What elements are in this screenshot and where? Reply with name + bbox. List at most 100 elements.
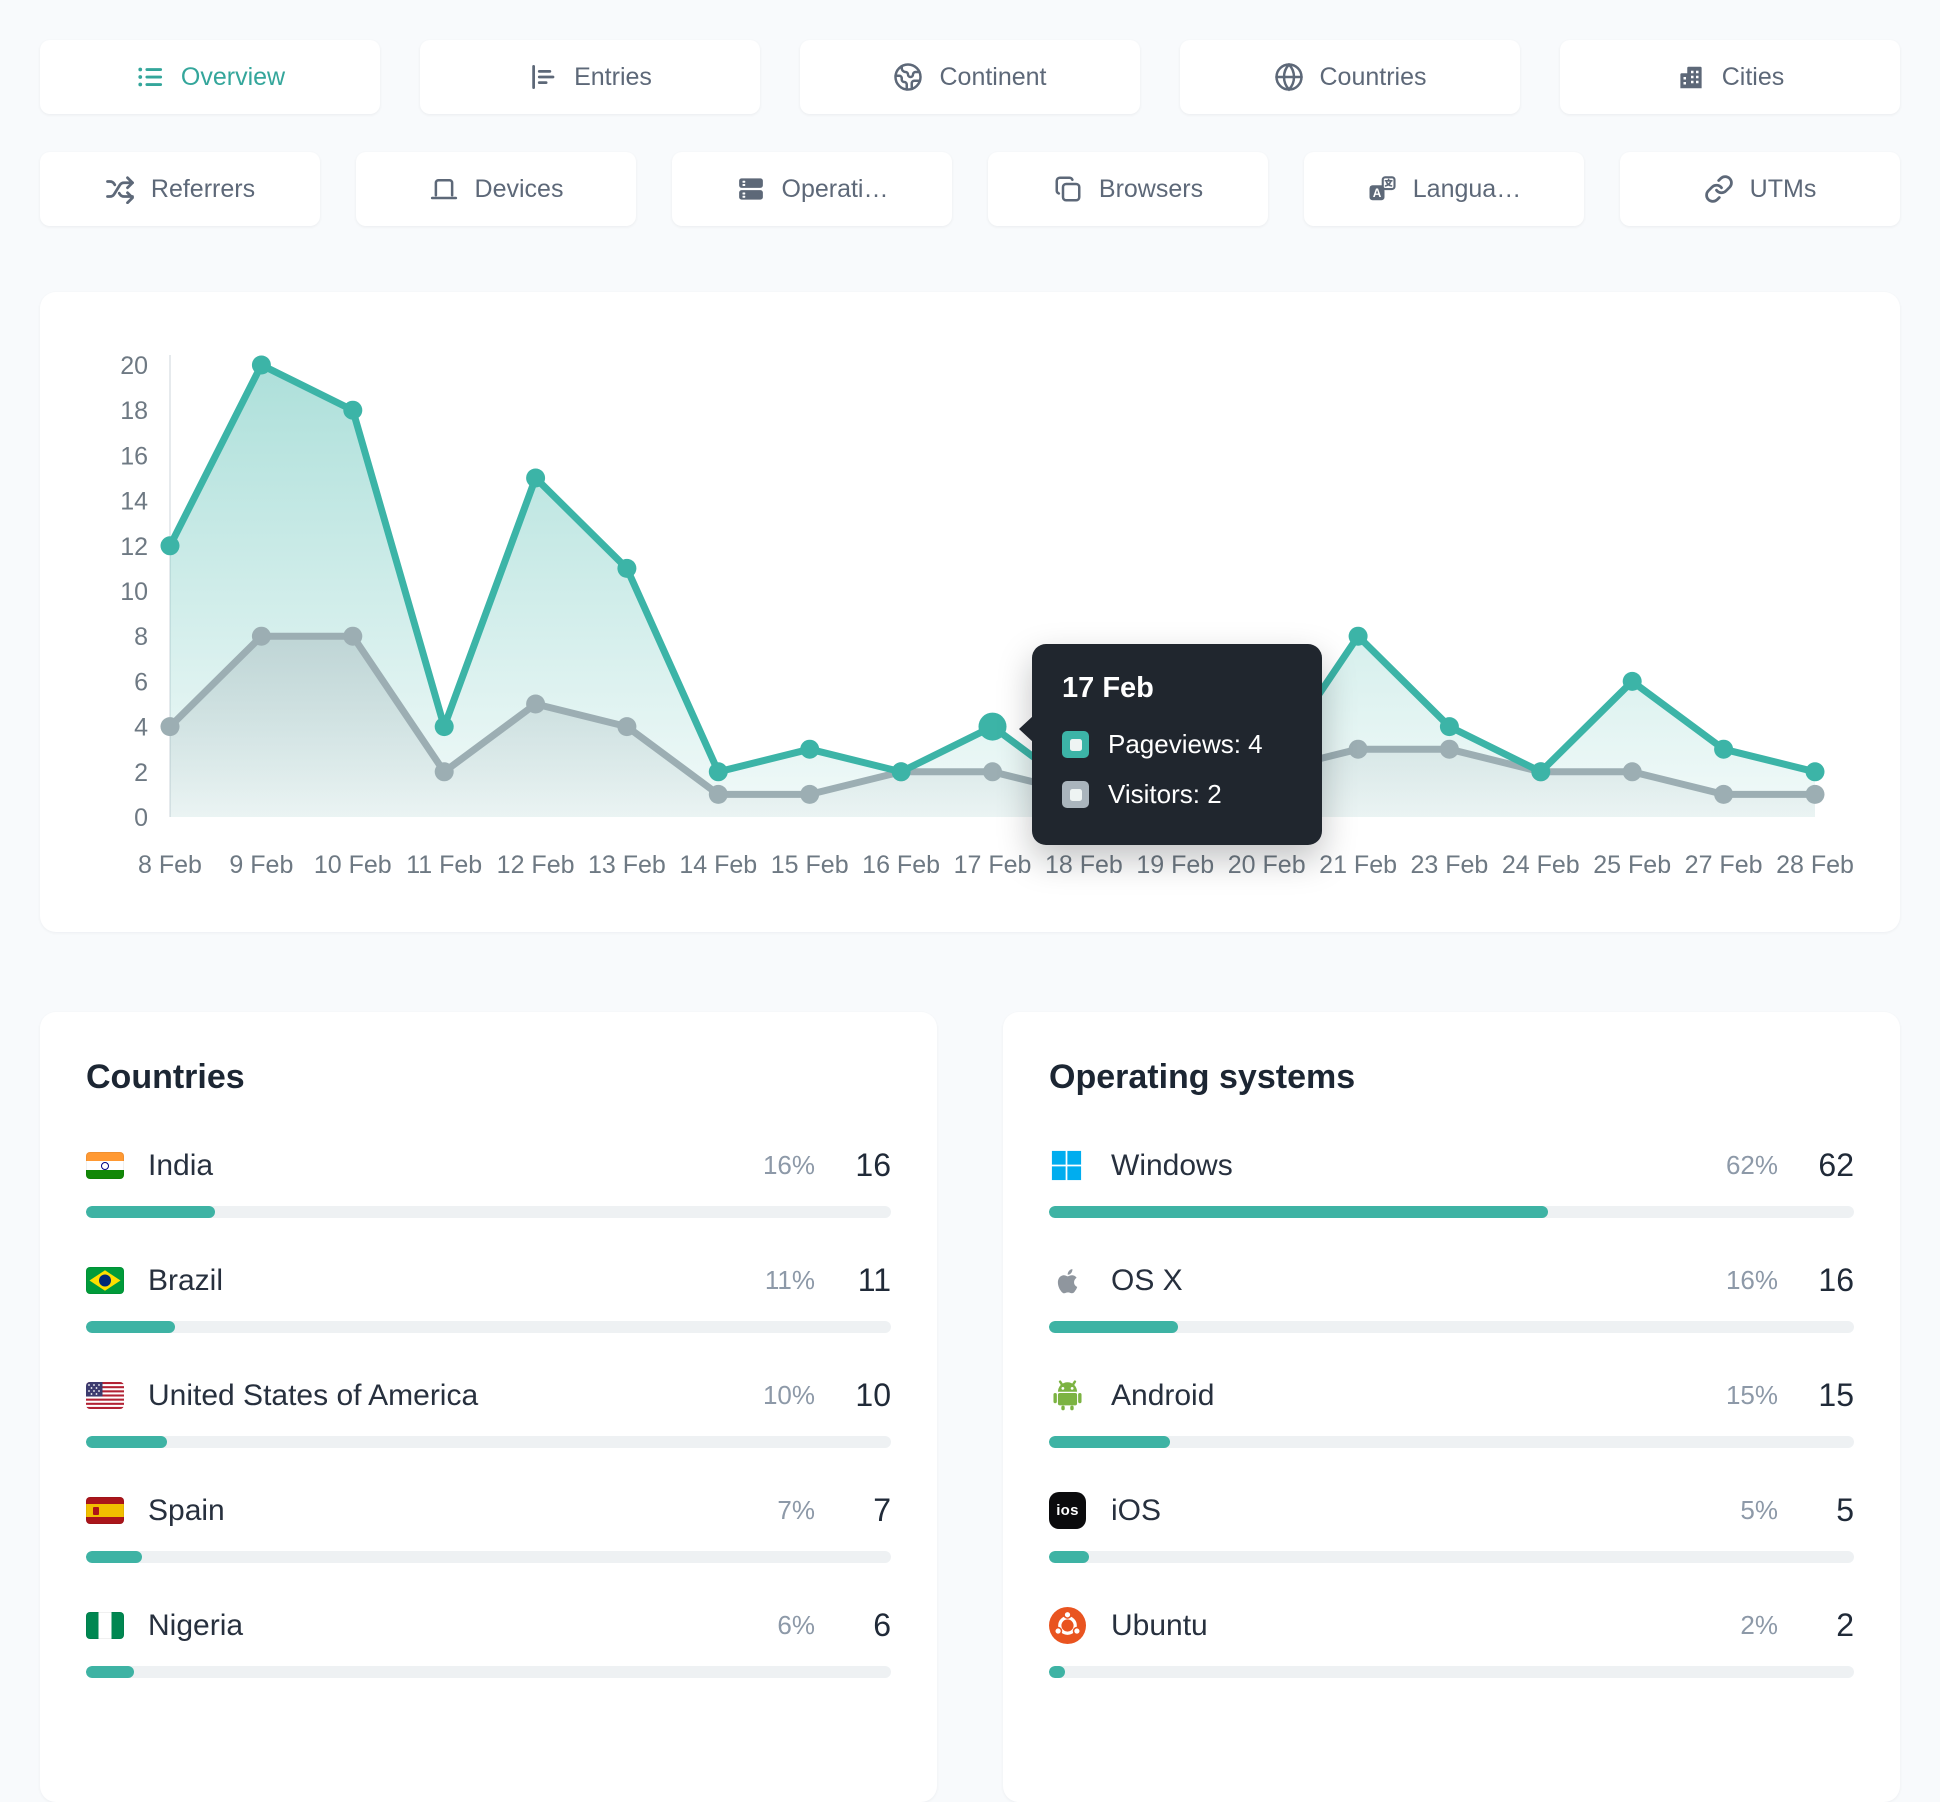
android-logo-icon (1049, 1377, 1089, 1414)
progress-bar (86, 1666, 891, 1678)
visitors-point (983, 762, 1002, 782)
row-value: 16 (855, 1147, 891, 1183)
os-x-row[interactable]: OS X 16% 16 (1049, 1262, 1854, 1333)
languages-icon: A (1369, 176, 1396, 201)
svg-text:17 Feb: 17 Feb (954, 851, 1032, 879)
windows-logo-icon (1049, 1148, 1089, 1183)
spain-flag-icon (86, 1497, 126, 1524)
svg-text:27 Feb: 27 Feb (1685, 851, 1763, 879)
progress-bar (1049, 1206, 1854, 1218)
tab-browsers[interactable]: Browsers (988, 152, 1268, 226)
svg-text:2: 2 (134, 759, 148, 787)
pageviews-swatch (1062, 731, 1089, 758)
india-row[interactable]: India 16% 16 (86, 1147, 891, 1218)
svg-text:25 Feb: 25 Feb (1593, 851, 1671, 879)
countries-icon (1274, 63, 1303, 92)
svg-text:16 Feb: 16 Feb (862, 851, 940, 879)
row-label: Android (1111, 1378, 1215, 1412)
ubuntu-logo-icon (1049, 1607, 1089, 1644)
tab-label: Entries (574, 62, 652, 91)
svg-text:6: 6 (134, 668, 148, 696)
row-percent: 7% (777, 1495, 815, 1525)
row-value: 6 (873, 1607, 891, 1643)
primary-tab-bar: Overview Entries Continent Countries Cities (40, 40, 1900, 114)
tab-overview[interactable]: Overview (40, 40, 380, 114)
pageviews-point (160, 536, 180, 556)
apple-logo-icon (1049, 1263, 1089, 1299)
tooltip-rows: Pageviews: 4 Visitors: 2 (1062, 729, 1292, 810)
svg-text:18 Feb: 18 Feb (1045, 851, 1123, 879)
row-percent: 15% (1725, 1380, 1778, 1410)
row-percent: 62% (1725, 1150, 1778, 1180)
row-label: Brazil (148, 1263, 224, 1297)
visitors-point (160, 717, 180, 737)
pageviews-point (800, 739, 820, 759)
visitors-point (708, 784, 728, 804)
visitors-swatch (1062, 781, 1089, 808)
windows-row[interactable]: Windows 62% 62 (1049, 1147, 1854, 1218)
spain-row[interactable]: Spain 7% 7 (86, 1492, 891, 1563)
progress-bar (1049, 1436, 1854, 1448)
countries-rows: India 16% 16 Brazil 11% 11 United States of Am… (86, 1147, 891, 1678)
row-percent: 16% (1725, 1265, 1778, 1295)
tab-label: Countries (1319, 62, 1427, 91)
pageviews-point (1531, 762, 1551, 782)
secondary-tab-bar: Referrers Devices Operati… Browsers A Langua…… (40, 152, 1900, 226)
tab-operating-systems[interactable]: Operati… (672, 152, 952, 226)
row-percent: 6% (777, 1610, 815, 1640)
pageviews-tooltip-row: Pageviews: 4 (1062, 729, 1292, 760)
devices-icon (430, 179, 457, 200)
tab-entries[interactable]: Entries (420, 40, 760, 114)
countries-panel-title: Countries (86, 1058, 245, 1096)
tab-label: UTMs (1749, 174, 1817, 203)
row-label: Ubuntu (1111, 1608, 1208, 1642)
analytics-dashboard: Overview Entries Continent Countries Cities … (0, 0, 1940, 1802)
svg-text:19 Feb: 19 Feb (1136, 851, 1214, 879)
row-label: Nigeria (148, 1608, 244, 1642)
tab-utms[interactable]: UTMs (1620, 152, 1900, 226)
tab-referrers[interactable]: Referrers (40, 152, 320, 226)
row-percent: 16% (762, 1150, 815, 1180)
progress-bar (1049, 1321, 1854, 1333)
progress-bar (1049, 1551, 1854, 1563)
svg-text:12 Feb: 12 Feb (497, 851, 575, 879)
pageviews-point (1622, 671, 1642, 691)
pageviews-point (1439, 717, 1459, 737)
tab-continent[interactable]: Continent (800, 40, 1140, 114)
pageviews-point (891, 762, 911, 782)
visitors-point (1714, 784, 1734, 804)
visitors-point (800, 784, 820, 804)
svg-text:24 Feb: 24 Feb (1502, 851, 1580, 879)
tab-label: Cities (1721, 62, 1785, 91)
united-states-of-america-row[interactable]: United States of America 10% 10 (86, 1377, 891, 1448)
usa-flag-icon (86, 1382, 126, 1409)
android-row[interactable]: Android 15% 15 (1049, 1377, 1854, 1448)
india-flag-icon (86, 1152, 126, 1179)
row-label: India (148, 1148, 214, 1182)
svg-text:28 Feb: 28 Feb (1776, 851, 1854, 879)
svg-text:23 Feb: 23 Feb (1410, 851, 1488, 879)
cities-icon (1680, 66, 1702, 89)
tooltip-metric: Visitors: 2 (1108, 779, 1222, 809)
row-percent: 2% (1740, 1610, 1778, 1640)
tab-devices[interactable]: Devices (356, 152, 636, 226)
pageviews-point-highlighted[interactable] (978, 712, 1007, 741)
svg-text:16: 16 (120, 442, 148, 470)
tab-languages[interactable]: A Langua… (1304, 152, 1584, 226)
tab-label: Referrers (150, 174, 256, 203)
tab-label: Continent (939, 62, 1047, 91)
traffic-line-chart[interactable]: 0 2 4 6 8 10 12 14 16 18 20 8 Feb 9 Feb 10 Feb 11 Feb 1… (70, 317, 1870, 907)
visitors-point (617, 717, 637, 737)
ios-row[interactable]: ios iOS 5% 5 (1049, 1492, 1854, 1563)
tab-countries[interactable]: Countries (1180, 40, 1520, 114)
svg-text:10 Feb: 10 Feb (314, 851, 392, 879)
pageviews-point (708, 762, 728, 782)
tab-cities[interactable]: Cities (1560, 40, 1900, 114)
pageviews-point (1714, 739, 1734, 759)
brazil-row[interactable]: Brazil 11% 11 (86, 1262, 891, 1333)
ubuntu-row[interactable]: Ubuntu 2% 2 (1049, 1607, 1854, 1678)
tab-label: Devices (474, 174, 564, 203)
row-value: 62 (1818, 1147, 1854, 1183)
nigeria-row[interactable]: Nigeria 6% 6 (86, 1607, 891, 1678)
svg-text:0: 0 (134, 804, 148, 832)
